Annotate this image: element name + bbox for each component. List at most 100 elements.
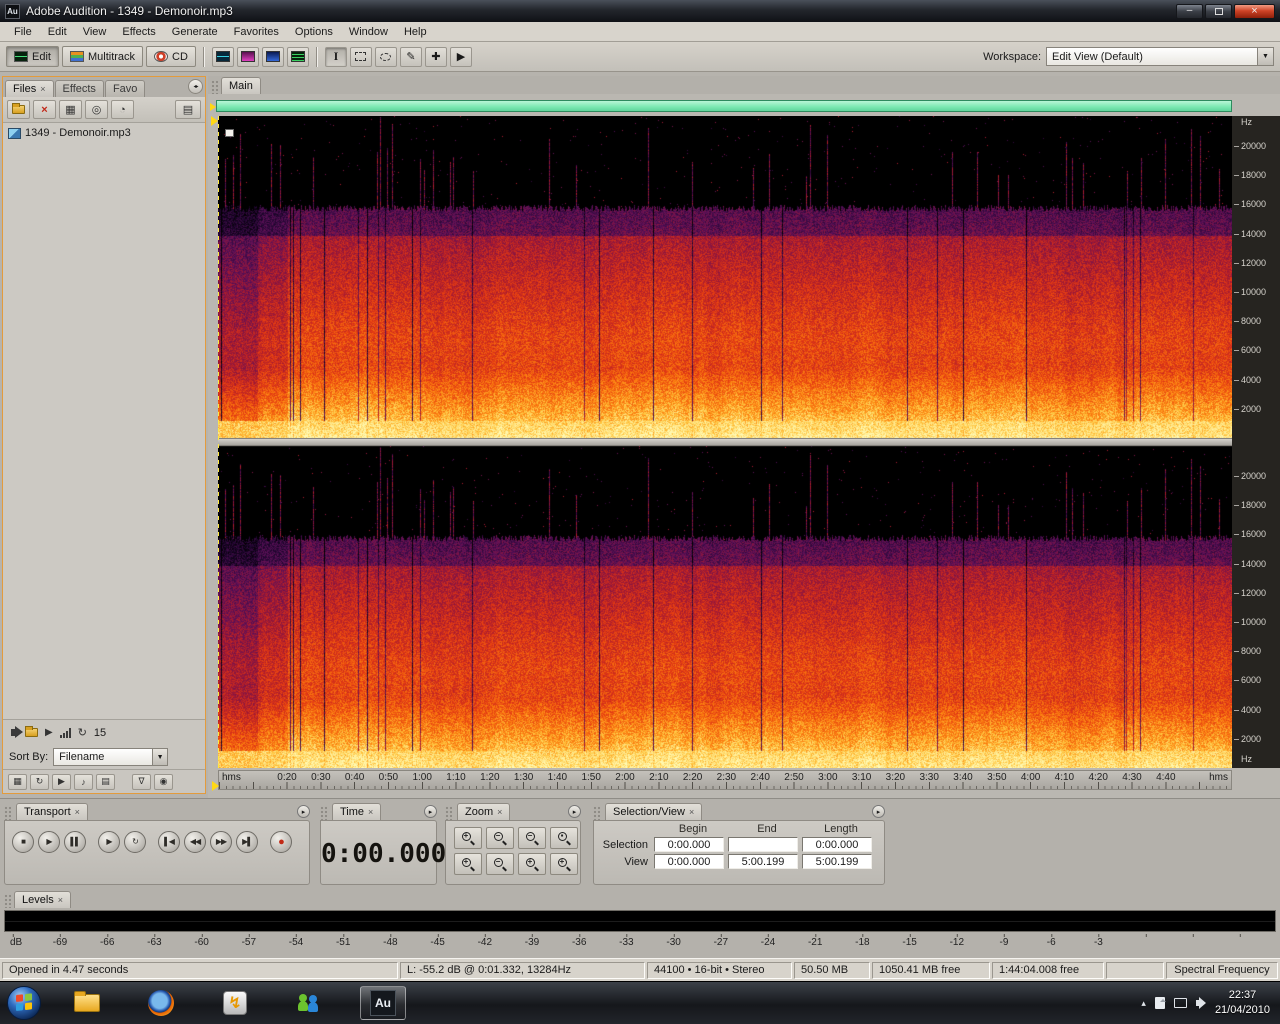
- workspace-dropdown-arrow[interactable]: ▼: [1258, 47, 1274, 66]
- channel-divider[interactable]: [218, 438, 1280, 446]
- close-button[interactable]: ×: [1234, 3, 1275, 19]
- panel-gripper[interactable]: [445, 806, 452, 820]
- zoom-out-full-button[interactable]: −: [518, 827, 546, 849]
- workspace-dropdown[interactable]: Edit View (Default): [1046, 47, 1258, 66]
- preview-loop-button[interactable]: ↻: [78, 726, 87, 739]
- show-audio-files-toggle[interactable]: ▦: [8, 773, 27, 790]
- level-meter[interactable]: [4, 910, 1276, 932]
- minimize-button[interactable]: –: [1176, 3, 1203, 19]
- start-button[interactable]: [6, 985, 42, 1021]
- taskbar-firefox-button[interactable]: [138, 986, 184, 1020]
- edit-view-button[interactable]: Edit: [6, 46, 59, 67]
- tab-scroll-button[interactable]: ◂▸: [188, 79, 203, 94]
- panel-menu-button[interactable]: ▸: [568, 805, 581, 818]
- insert-into-cd-button[interactable]: ◎: [85, 100, 108, 119]
- panel-menu-button[interactable]: ▸: [424, 805, 437, 818]
- preview-volume-icon[interactable]: [59, 727, 71, 738]
- preview-play-button[interactable]: ▶: [45, 727, 53, 738]
- sort-by-dropdown[interactable]: Filename: [53, 748, 154, 766]
- view-begin-field[interactable]: 0:00.000: [654, 854, 724, 869]
- menu-effects[interactable]: Effects: [114, 24, 163, 40]
- stop-button[interactable]: ■: [12, 831, 34, 853]
- selection-end-field[interactable]: [728, 837, 798, 852]
- zoom-to-selection-button[interactable]: ▪: [550, 827, 578, 849]
- taskbar-audition-button[interactable]: Au: [360, 986, 406, 1020]
- close-icon[interactable]: ×: [368, 807, 373, 817]
- go-to-beginning-button[interactable]: ▌◀: [158, 831, 180, 853]
- network-tray-icon[interactable]: [1173, 998, 1187, 1008]
- waveform-display-button[interactable]: [211, 46, 234, 67]
- file-item[interactable]: 1349 - Demonoir.mp3: [5, 126, 203, 140]
- cd-view-button[interactable]: CD: [146, 46, 196, 67]
- menu-help[interactable]: Help: [396, 24, 435, 40]
- play-button[interactable]: ▶: [38, 831, 60, 853]
- cd-extract-button[interactable]: ◉: [154, 773, 173, 790]
- show-video-files-toggle[interactable]: ▶: [52, 773, 71, 790]
- taskbar-clock[interactable]: 22:37 21/04/2010: [1215, 988, 1270, 1018]
- advanced-options-button[interactable]: ▤: [175, 100, 201, 119]
- taskbar-winamp-button[interactable]: ↯: [212, 986, 258, 1020]
- taskbar-explorer-button[interactable]: [64, 986, 110, 1020]
- close-icon[interactable]: ×: [40, 84, 45, 94]
- time-selection-tool[interactable]: I: [324, 46, 347, 67]
- zoom-in-vertical-button[interactable]: +: [454, 853, 482, 875]
- rewind-button[interactable]: ◀◀: [184, 831, 206, 853]
- timeline-ruler[interactable]: hms hms 0:20 0:30 0:40 0:50 1:00 1:10 1:20 1:30…: [212, 770, 1232, 791]
- tab-favorites[interactable]: Favo: [104, 80, 146, 97]
- sort-by-dropdown-arrow[interactable]: ▼: [153, 748, 169, 766]
- filter-toggle-button[interactable]: ∇: [132, 773, 151, 790]
- tab-time[interactable]: Time ×: [332, 803, 382, 820]
- frequency-scale[interactable]: Hz Hz 20000 18000 16000 14000 12000 10000 8000 60…: [1232, 116, 1280, 768]
- menu-file[interactable]: File: [6, 24, 40, 40]
- record-button[interactable]: ●: [270, 831, 292, 853]
- zoom-out-horizontal-button[interactable]: −: [486, 827, 514, 849]
- tab-main[interactable]: Main: [221, 77, 261, 94]
- fast-forward-button[interactable]: ▶▶: [210, 831, 232, 853]
- selection-length-field[interactable]: 0:00.000: [802, 837, 872, 852]
- tab-selection-view[interactable]: Selection/View ×: [605, 803, 703, 820]
- panel-gripper[interactable]: [593, 806, 600, 820]
- show-session-files-toggle[interactable]: ▤: [96, 773, 115, 790]
- zoom-right-edge-button[interactable]: +: [550, 853, 578, 875]
- panel-gripper[interactable]: [320, 806, 327, 820]
- volume-tray-icon[interactable]: [1195, 997, 1206, 1009]
- pause-button[interactable]: ▌▌: [64, 831, 86, 853]
- hidden-icons-chevron[interactable]: ▴: [1141, 998, 1146, 1009]
- close-icon[interactable]: ×: [58, 895, 63, 905]
- view-end-field[interactable]: 5:00.199: [728, 854, 798, 869]
- overview-bar[interactable]: [210, 100, 1232, 112]
- taskbar-messenger-button[interactable]: [286, 986, 332, 1020]
- menu-favorites[interactable]: Favorites: [226, 24, 287, 40]
- panel-menu-button[interactable]: ▸: [872, 805, 885, 818]
- tab-transport[interactable]: Transport ×: [16, 803, 88, 820]
- close-icon[interactable]: ×: [497, 807, 502, 817]
- edit-original-button[interactable]: ◔: [111, 100, 134, 119]
- document-tray-icon[interactable]: [1154, 997, 1166, 1009]
- spot-healing-brush-tool[interactable]: ✚: [424, 46, 447, 67]
- scrub-tool[interactable]: ▶: [449, 46, 472, 67]
- show-midi-files-toggle[interactable]: ♪: [74, 773, 93, 790]
- selection-begin-field[interactable]: 0:00.000: [654, 837, 724, 852]
- panel-menu-button[interactable]: ▸: [297, 805, 310, 818]
- menu-window[interactable]: Window: [341, 24, 396, 40]
- zoom-left-edge-button[interactable]: +: [518, 853, 546, 875]
- preview-speaker-icon[interactable]: [11, 726, 23, 738]
- panel-gripper[interactable]: [4, 894, 11, 908]
- tab-levels[interactable]: Levels ×: [14, 891, 72, 908]
- import-file-button[interactable]: [7, 100, 30, 119]
- zoom-in-horizontal-button[interactable]: +: [454, 827, 482, 849]
- tab-zoom[interactable]: Zoom ×: [457, 803, 511, 820]
- spectral-frequency-display-button[interactable]: [236, 46, 259, 67]
- effects-paintbrush-tool[interactable]: ✎: [399, 46, 422, 67]
- multitrack-view-button[interactable]: Multitrack: [61, 46, 144, 67]
- tab-effects[interactable]: Effects: [54, 80, 104, 97]
- menu-generate[interactable]: Generate: [164, 24, 226, 40]
- close-icon[interactable]: ×: [689, 807, 694, 817]
- menu-view[interactable]: View: [75, 24, 115, 40]
- menu-options[interactable]: Options: [287, 24, 341, 40]
- lasso-selection-tool[interactable]: [374, 46, 397, 67]
- restore-button[interactable]: [1205, 3, 1232, 19]
- play-from-cursor-button[interactable]: ▶: [98, 831, 120, 853]
- zoom-out-vertical-button[interactable]: −: [486, 853, 514, 875]
- close-icon[interactable]: ×: [75, 807, 80, 817]
